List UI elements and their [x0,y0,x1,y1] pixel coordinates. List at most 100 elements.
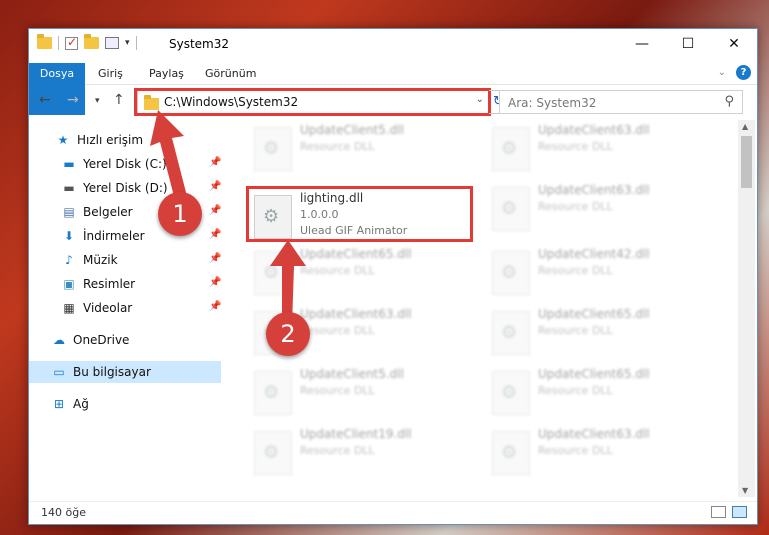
file-description: Resource DLL [538,200,613,213]
file-description: Resource DLL [300,324,375,337]
cloud-icon: ☁ [53,333,65,347]
list-item[interactable]: UpdateClient63.dll Resource DLL [490,181,720,233]
file-description: Resource DLL [300,140,375,153]
ribbon-tabs: Dosya Giriş Paylaş Görünüm ⌄ ? [29,61,757,115]
dll-file-icon [492,371,530,415]
search-placeholder: Ara: System32 [508,96,597,110]
recent-locations-icon[interactable]: ▾ [95,96,100,106]
sidebar-item-label: Hızlı erişim [77,133,144,147]
new-folder-icon[interactable] [84,34,99,49]
dll-file-icon [492,187,530,231]
tab-view[interactable]: Görünüm [194,63,267,85]
minimize-button[interactable]: — [619,29,665,59]
dll-file-icon [492,431,530,475]
separator [58,36,59,50]
step-badge-2: 2 [266,312,310,356]
file-name: UpdateClient65.dll [300,247,412,261]
dll-file-icon [254,127,292,171]
dll-file-icon [492,311,530,355]
sidebar-item-label: Videolar [83,301,133,315]
item-count: 140 öğe [41,506,86,519]
navigation-row: ← → ▾ ↑ C:\Windows\System32 ⌄ ↻ Ara: Sys… [29,86,757,118]
view-switcher [711,506,747,518]
title-bar: ▾ System32 — ☐ ✕ [29,29,757,61]
music-icon: ♪ [65,253,73,267]
file-name: UpdateClient63.dll [538,123,650,137]
list-item[interactable]: UpdateClient5.dll Resource DLL [252,365,482,417]
search-icon[interactable]: ⚲ [724,94,734,109]
star-icon: ★ [57,133,69,147]
list-item[interactable]: UpdateClient42.dll Resource DLL [490,245,720,297]
pin-icon[interactable]: 📌 [209,229,221,240]
network-icon: ⊞ [53,397,65,411]
file-description: Resource DLL [300,444,375,457]
file-description: Resource DLL [300,384,375,397]
list-item[interactable]: UpdateClient63.dll Resource DLL [490,121,720,173]
file-name: UpdateClient5.dll [300,123,404,137]
details-view-icon[interactable] [711,506,726,518]
window-controls: — ☐ ✕ [619,29,757,59]
sidebar-item-label: Resimler [83,277,136,291]
dll-file-icon [492,251,530,295]
scroll-down-icon[interactable]: ▼ [742,486,748,495]
file-name: UpdateClient19.dll [300,427,412,441]
drive-icon: ▬ [63,181,75,195]
file-name: UpdateClient42.dll [538,247,650,261]
sidebar-item-label: Belgeler [83,205,133,219]
help-icon[interactable]: ? [736,65,751,80]
list-item[interactable]: UpdateClient63.dll Resource DLL [490,425,720,477]
forward-arrow-icon[interactable]: → [67,92,79,108]
customize-icon[interactable] [105,37,119,49]
explorer-window: ▾ System32 — ☐ ✕ Dosya Giriş Paylaş Görü… [28,28,758,525]
search-input[interactable]: Ara: System32 ⚲ [499,90,743,114]
list-item[interactable]: UpdateClient19.dll Resource DLL [252,425,482,477]
sidebar-item-label: OneDrive [73,333,130,347]
sidebar-item-label: Ağ [73,397,89,411]
file-name: UpdateClient63.dll [300,307,412,321]
pin-icon[interactable]: 📌 [209,277,221,288]
pin-icon[interactable]: 📌 [209,253,221,264]
list-item[interactable]: UpdateClient5.dll Resource DLL [252,121,482,173]
pictures-icon: ▣ [63,277,75,291]
vertical-scrollbar[interactable]: ▲ ▼ [738,120,755,497]
file-description: Resource DLL [538,324,613,337]
tiles-view-icon[interactable] [732,506,747,518]
quick-access-toolbar: ▾ [37,34,137,50]
dll-file-icon [492,127,530,171]
scroll-up-icon[interactable]: ▲ [742,122,748,131]
expand-ribbon-icon[interactable]: ⌄ [718,67,726,78]
documents-icon: ▤ [63,205,75,219]
sidebar-item-network[interactable]: ⊞ Ağ [51,393,243,415]
scrollbar-thumb[interactable] [741,136,752,188]
list-item[interactable]: UpdateClient65.dll Resource DLL [490,305,720,357]
pin-icon[interactable]: 📌 [209,301,221,312]
file-description: Resource DLL [538,140,613,153]
tab-share[interactable]: Paylaş [138,63,195,85]
pin-icon[interactable]: 📌 [209,205,221,216]
toolbar-dropdown-icon[interactable]: ▾ [125,38,130,48]
maximize-button[interactable]: ☐ [665,29,711,59]
properties-check-icon[interactable] [65,35,78,50]
file-highlight-box [246,186,473,242]
file-name: UpdateClient65.dll [538,307,650,321]
pin-icon[interactable]: 📌 [209,181,221,192]
list-item[interactable]: UpdateClient65.dll Resource DLL [490,365,720,417]
up-arrow-icon[interactable]: ↑ [113,92,125,108]
sidebar-item-this-pc[interactable]: ▭ Bu bilgisayar [29,361,221,383]
file-description: Resource DLL [538,264,613,277]
separator [135,36,137,50]
download-icon: ⬇ [63,229,75,243]
file-description: Resource DLL [538,384,613,397]
file-description: Resource DLL [300,264,375,277]
sidebar-item-onedrive[interactable]: ☁ OneDrive [51,329,243,351]
back-arrow-icon[interactable]: ← [39,92,51,108]
step-badge-1: 1 [158,192,202,236]
pin-icon[interactable]: 📌 [209,157,221,168]
dll-file-icon [254,371,292,415]
file-name: UpdateClient63.dll [538,183,650,197]
folder-icon [37,34,52,49]
tab-home[interactable]: Giriş [87,63,134,85]
sidebar-item-label: Müzik [83,253,118,267]
close-button[interactable]: ✕ [711,29,757,59]
dll-file-icon [254,431,292,475]
